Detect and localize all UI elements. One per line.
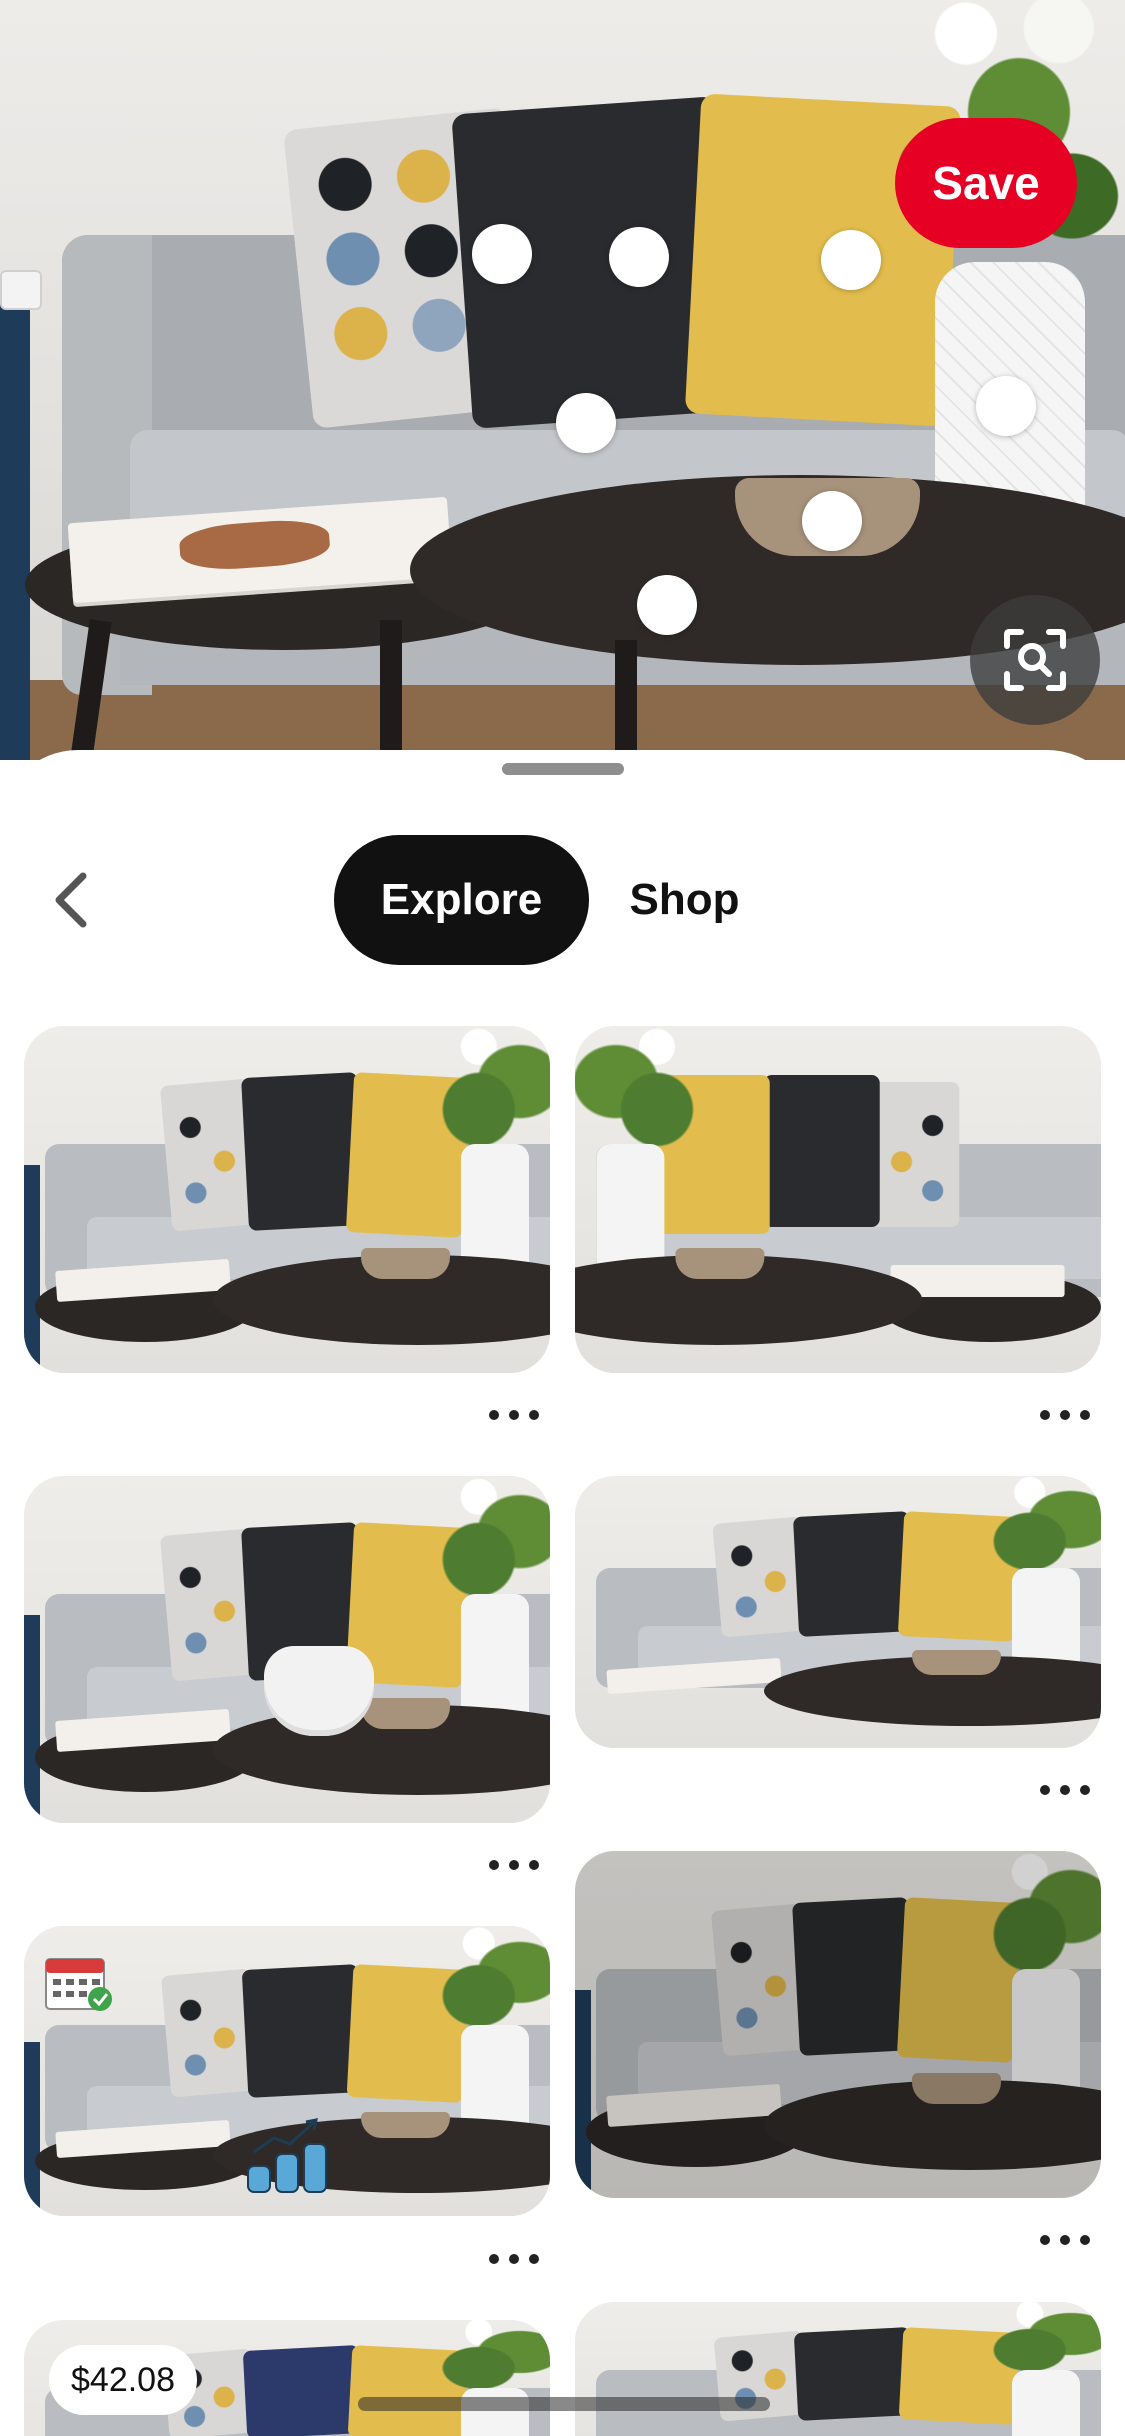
coin-stack-growth-icon <box>247 2118 327 2193</box>
save-button[interactable]: Save <box>895 118 1077 248</box>
object-hotspot[interactable] <box>472 224 532 284</box>
scan-lens-icon <box>1004 629 1066 691</box>
more-options-button[interactable] <box>1040 1775 1090 1805</box>
pin-card[interactable] <box>24 1026 550 1373</box>
more-options-button[interactable] <box>489 2244 539 2274</box>
pin-card[interactable] <box>24 1926 550 2216</box>
curtain <box>0 300 30 760</box>
white-cauldron-decor <box>264 1646 374 1736</box>
more-options-button[interactable] <box>1040 1400 1090 1430</box>
pin-card[interactable] <box>575 1026 1101 1373</box>
hero-pin-image: Save <box>0 0 1125 760</box>
calendar-check-icon <box>45 1958 112 2011</box>
object-hotspot[interactable] <box>637 575 697 635</box>
pin-card[interactable] <box>575 2302 1101 2436</box>
object-hotspot[interactable] <box>821 230 881 290</box>
table-leg <box>380 620 402 760</box>
more-options-button[interactable] <box>489 1850 539 1880</box>
sheet-grabber[interactable] <box>502 763 624 775</box>
pin-card[interactable]: $42.08 <box>24 2320 550 2436</box>
chevron-left-icon <box>55 872 87 928</box>
pin-card[interactable] <box>24 1476 550 1823</box>
tab-shop[interactable]: Shop <box>602 835 767 965</box>
visual-search-button[interactable] <box>970 595 1100 725</box>
pin-card[interactable] <box>575 1476 1101 1748</box>
object-hotspot[interactable] <box>802 491 862 551</box>
object-hotspot[interactable] <box>609 227 669 287</box>
floor <box>0 680 1125 760</box>
home-indicator[interactable] <box>358 2397 770 2411</box>
pin-card[interactable] <box>575 1851 1101 2198</box>
object-hotspot[interactable] <box>556 393 616 453</box>
more-options-button[interactable] <box>489 1400 539 1430</box>
radiator <box>0 270 42 310</box>
table-leg <box>615 640 637 760</box>
more-options-button[interactable] <box>1040 2225 1090 2255</box>
object-hotspot[interactable] <box>976 376 1036 436</box>
tab-explore[interactable]: Explore <box>334 835 589 965</box>
price-badge: $42.08 <box>49 2345 197 2415</box>
back-button[interactable] <box>38 865 104 935</box>
